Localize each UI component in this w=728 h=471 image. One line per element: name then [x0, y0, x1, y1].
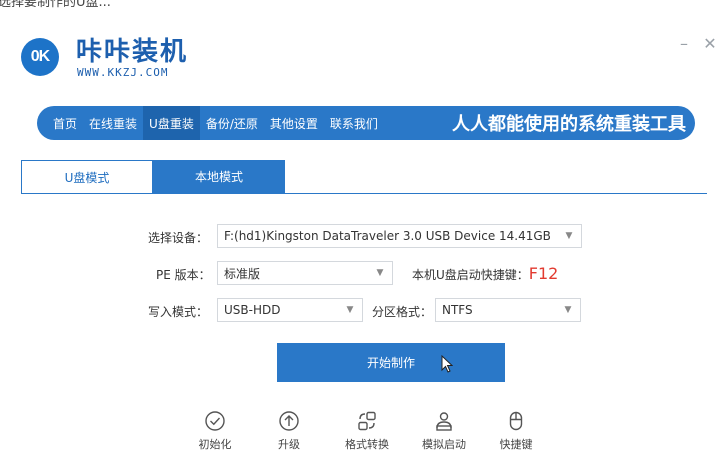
logo-badge: 0K	[21, 38, 59, 76]
nav-backup-restore[interactable]: 备份/还原	[200, 106, 264, 140]
main-nav: 首页 在线重装 U盘重装 备份/还原 其他设置 联系我们 人人都能使用的系统重装…	[37, 106, 695, 140]
pe-version-value: 标准版	[224, 266, 261, 281]
chevron-down-icon: ▼	[346, 305, 354, 315]
partition-select[interactable]: NTFS ▼	[435, 298, 581, 322]
write-mode-value: USB-HDD	[224, 303, 281, 317]
window-controls: – ✕	[676, 36, 718, 52]
tool-hotkey[interactable]: 快捷键	[486, 410, 546, 452]
check-circle-icon	[205, 411, 225, 431]
nav-usb-reinstall[interactable]: U盘重装	[143, 106, 200, 140]
nav-other-settings[interactable]: 其他设置	[264, 106, 324, 140]
cursor-icon	[441, 355, 453, 373]
top-cut-text: 选择要制作的U盘...	[0, 0, 111, 10]
tool-upgrade-label: 升级	[278, 438, 300, 451]
chevron-down-icon: ▼	[376, 268, 384, 278]
nav-home[interactable]: 首页	[47, 106, 83, 140]
start-make-button[interactable]: 开始制作	[277, 343, 505, 382]
partition-label: 分区格式：	[372, 305, 433, 319]
tab-divider	[21, 193, 707, 194]
close-button[interactable]: ✕	[702, 36, 718, 52]
mode-tabs: U盘模式 本地模式	[21, 160, 285, 193]
tool-upgrade[interactable]: 升级	[259, 410, 319, 452]
brand-title: 咔咔装机	[76, 37, 189, 67]
tool-initialize[interactable]: 初始化	[185, 410, 245, 452]
hotkey-info: 本机U盘启动快捷键：F12	[412, 264, 558, 283]
device-select[interactable]: F:(hd1)Kingston DataTraveler 3.0 USB Dev…	[217, 224, 582, 248]
write-mode-select[interactable]: USB-HDD ▼	[217, 298, 363, 322]
chevron-down-icon: ▼	[565, 231, 573, 241]
nav-slogan: 人人都能使用的系统重装工具	[452, 114, 686, 135]
nav-online-reinstall[interactable]: 在线重装	[83, 106, 143, 140]
pe-version-select[interactable]: 标准版 ▼	[217, 261, 393, 285]
brand-url: WWW.KKZJ.COM	[77, 66, 169, 79]
tool-format-convert-label: 格式转换	[345, 438, 389, 451]
nav-contact-us[interactable]: 联系我们	[324, 106, 384, 140]
minimize-button[interactable]: –	[676, 36, 692, 52]
tool-format-convert[interactable]: 格式转换	[337, 410, 397, 452]
tab-local-mode[interactable]: 本地模式	[153, 160, 285, 193]
hotkey-label: 本机U盘启动快捷键：	[412, 268, 529, 282]
tool-simulate-boot[interactable]: 模拟启动	[414, 410, 474, 452]
tool-simulate-boot-label: 模拟启动	[422, 438, 466, 451]
tool-initialize-label: 初始化	[198, 438, 232, 451]
hotkey-value: F12	[528, 264, 559, 283]
mouse-icon	[509, 411, 523, 431]
convert-icon	[358, 411, 376, 431]
tab-usb-mode[interactable]: U盘模式	[21, 160, 153, 193]
device-label: 选择设备：	[148, 231, 209, 245]
user-device-icon	[436, 412, 452, 431]
device-select-value: F:(hd1)Kingston DataTraveler 3.0 USB Dev…	[224, 229, 551, 243]
chevron-down-icon: ▼	[564, 305, 572, 315]
tool-hotkey-label: 快捷键	[499, 438, 533, 451]
write-mode-label: 写入模式：	[148, 305, 209, 319]
partition-value: NTFS	[442, 303, 473, 317]
upload-circle-icon	[279, 411, 299, 431]
pe-version-label: PE 版本：	[156, 268, 211, 282]
tool-bar: 初始化 升级 格式转换 模拟启动 快捷键	[185, 410, 545, 458]
